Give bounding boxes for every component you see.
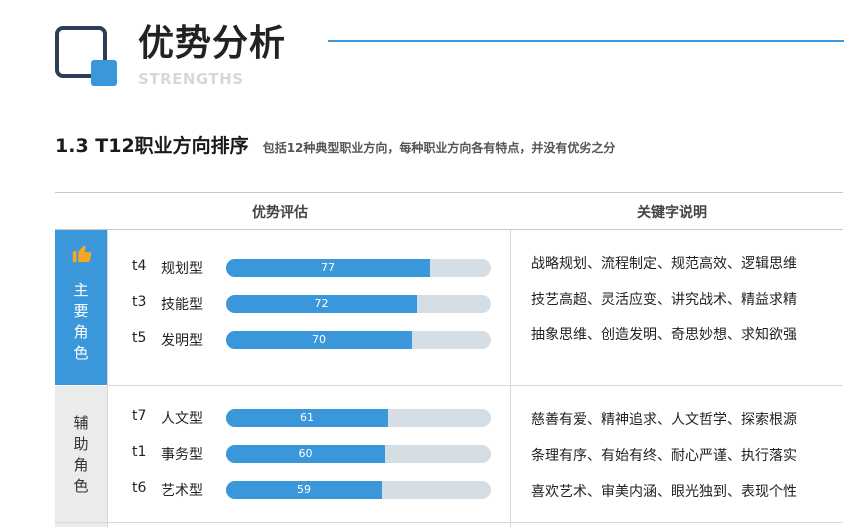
section-heading: 1.3 T12职业方向排序 包括12种典型职业方向，每种职业方向各有特点，并没有优…: [55, 131, 615, 158]
score-value: 77: [321, 261, 335, 274]
table-top-border: [55, 192, 843, 193]
row-divider: [107, 385, 843, 386]
table-header-border: [55, 229, 843, 230]
score-value: 70: [312, 333, 326, 346]
column-divider-left: [107, 230, 108, 527]
score-bar-track: 77: [226, 259, 491, 277]
score-row: t5 发明型 70: [132, 328, 502, 352]
logo: [55, 26, 119, 88]
type-code: t3: [132, 294, 147, 310]
score-value: 61: [300, 411, 314, 424]
type-name: 事务型: [161, 447, 203, 463]
score-bar-track: 60: [226, 445, 491, 463]
section-description: 包括12种典型职业方向，每种职业方向各有特点，并没有优劣之分: [262, 141, 616, 155]
keyword-description: 技艺高超、灵活应变、讲究战术、精益求精: [531, 292, 797, 308]
type-name: 规划型: [161, 261, 203, 277]
table-bottom-border: [55, 522, 843, 523]
section-title: 1.3 T12职业方向排序: [55, 135, 249, 157]
keyword-description: 条理有序、有始有终、耐心严谨、执行落实: [531, 448, 797, 464]
type-code: t4: [132, 258, 147, 274]
score-row: t1 事务型 60: [132, 442, 502, 466]
score-bar-track: 70: [226, 331, 491, 349]
type-name: 人文型: [161, 411, 203, 427]
thumbs-up-icon: [72, 245, 92, 263]
column-header-evaluation: 优势评估: [252, 205, 308, 221]
score-bar-track: 59: [226, 481, 491, 499]
page-subtitle: STRENGTHS: [138, 70, 244, 88]
role-label-secondary: 辅 助 角 色: [73, 414, 89, 495]
role-cell-secondary: 辅 助 角 色: [55, 386, 107, 527]
score-row: t6 艺术型 59: [132, 478, 502, 502]
score-bar-track: 72: [226, 295, 491, 313]
role-cell-primary: 主 要 角 色: [55, 230, 107, 385]
type-name: 技能型: [161, 297, 203, 313]
title-divider: [328, 40, 844, 42]
score-value: 72: [314, 297, 329, 310]
column-divider: [510, 230, 511, 527]
column-header-keywords: 关键字说明: [637, 205, 707, 221]
score-value: 59: [297, 483, 311, 496]
role-label-primary: 主 要 角 色: [73, 281, 89, 362]
type-code: t1: [132, 444, 147, 460]
keyword-description: 慈善有爱、精神追求、人文哲学、探索根源: [531, 412, 797, 428]
type-code: t7: [132, 408, 147, 424]
score-bar-track: 61: [226, 409, 491, 427]
keyword-description: 战略规划、流程制定、规范高效、逻辑思维: [531, 256, 797, 272]
score-row: t3 技能型 72: [132, 292, 502, 316]
type-code: t5: [132, 330, 147, 346]
score-row: t7 人文型 61: [132, 406, 502, 430]
logo-square: [91, 60, 117, 86]
keyword-description: 抽象思维、创造发明、奇思妙想、求知欲强: [531, 327, 797, 343]
type-name: 发明型: [161, 333, 203, 349]
type-code: t6: [132, 480, 147, 496]
score-value: 60: [298, 447, 313, 460]
page-title: 优势分析: [138, 23, 287, 64]
type-name: 艺术型: [161, 483, 203, 499]
score-row: t4 规划型 77: [132, 256, 502, 280]
keyword-description: 喜欢艺术、审美内涵、眼光独到、表现个性: [531, 484, 797, 500]
